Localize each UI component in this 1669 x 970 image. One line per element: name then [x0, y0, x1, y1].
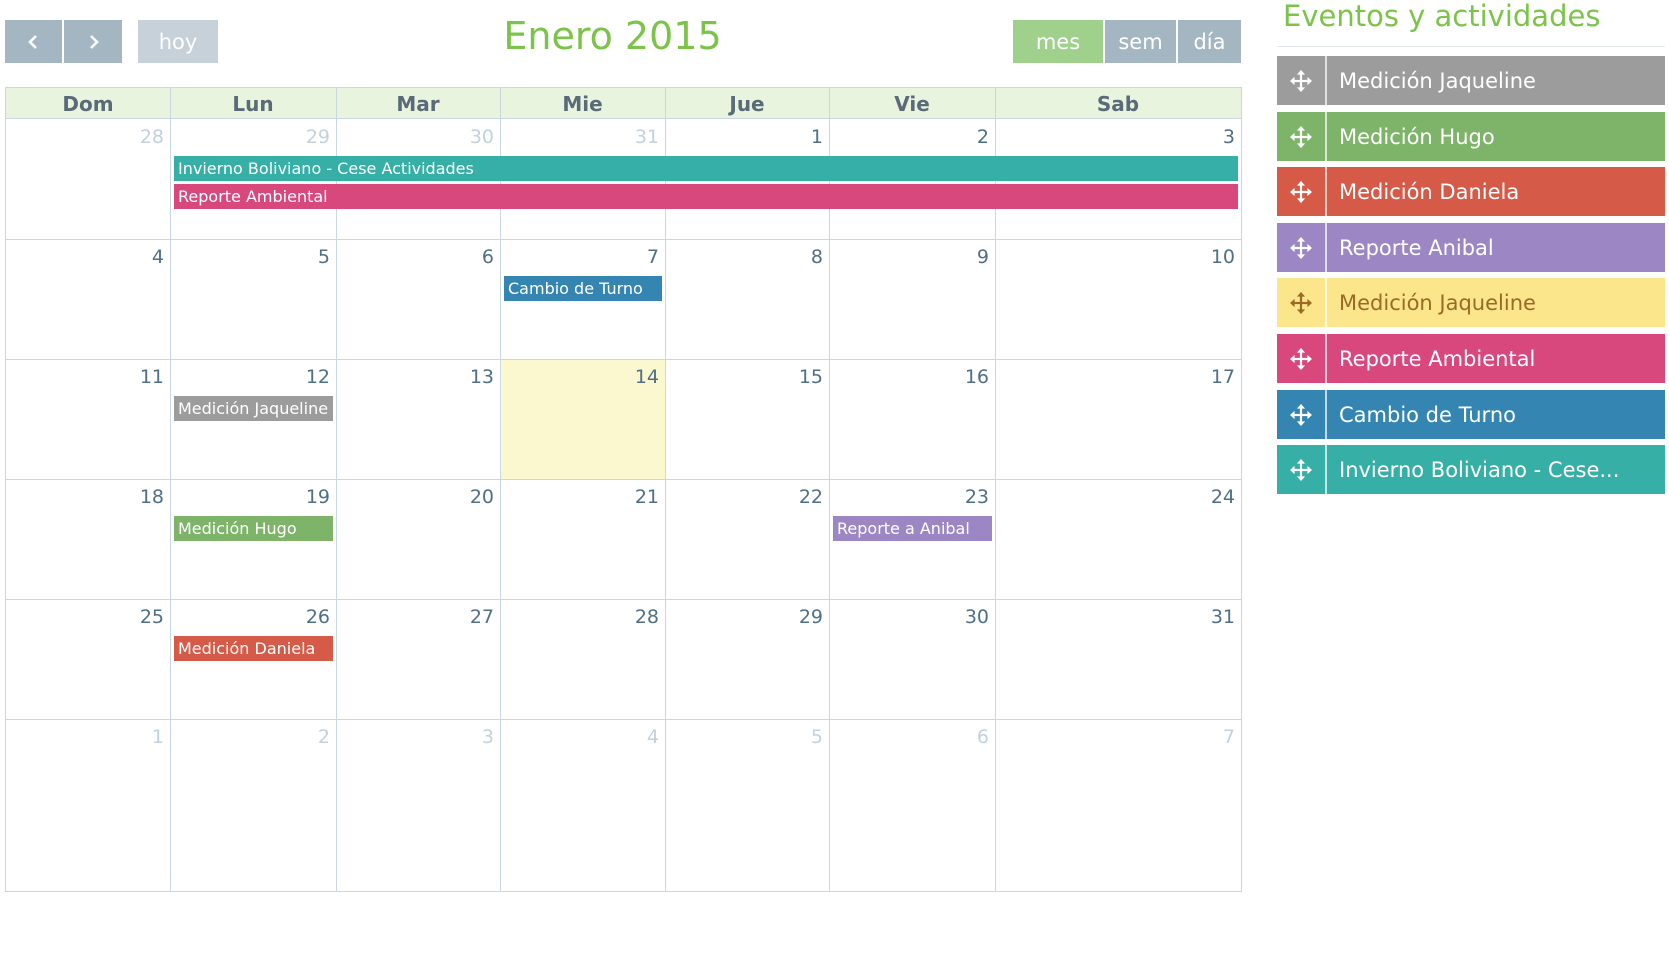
day-number[interactable]: 18 — [124, 486, 164, 508]
draggable-event-label: Medición Hugo — [1339, 124, 1495, 149]
draggable-event-item[interactable]: Cambio de Turno — [1277, 390, 1665, 439]
grid-column-line — [170, 88, 171, 891]
day-number[interactable]: 30 — [949, 606, 989, 628]
prev-month-button[interactable] — [5, 20, 62, 63]
draggable-event-label: Invierno Boliviano - Cese... — [1339, 457, 1620, 482]
day-number[interactable]: 1 — [783, 126, 823, 148]
calendar-event[interactable]: Medición Daniela — [174, 636, 333, 661]
day-number[interactable]: 12 — [290, 366, 330, 388]
day-number[interactable]: 13 — [454, 366, 494, 388]
month-calendar-grid: Dom Lun Mar Mie Jue Vie Sab 28 29 30 31 1 2 3 4 5 6 7 8 9 1… — [5, 87, 1242, 892]
sidebar-divider — [1277, 46, 1665, 47]
move-arrows-icon[interactable] — [1277, 112, 1327, 161]
view-month-button[interactable]: mes — [1013, 20, 1103, 63]
day-number[interactable]: 31 — [1195, 606, 1235, 628]
calendar-event[interactable]: Medición Hugo — [174, 516, 333, 541]
chevron-right-icon — [90, 34, 99, 49]
move-arrows-icon[interactable] — [1277, 445, 1327, 494]
sidebar-title: Eventos y actividades — [1283, 0, 1601, 33]
grid-row-line — [6, 359, 1241, 360]
day-number[interactable]: 28 — [619, 606, 659, 628]
day-number[interactable]: 27 — [454, 606, 494, 628]
weekday-header: Lun — [232, 92, 274, 116]
day-number[interactable]: 16 — [949, 366, 989, 388]
day-number[interactable]: 23 — [949, 486, 989, 508]
day-number[interactable]: 7 — [619, 246, 659, 268]
draggable-event-item[interactable]: Medición Jaqueline — [1277, 278, 1665, 327]
day-number[interactable]: 22 — [783, 486, 823, 508]
grid-row-line — [6, 719, 1241, 720]
view-week-button[interactable]: sem — [1105, 20, 1176, 63]
weekday-header: Sab — [1096, 92, 1140, 116]
draggable-event-item[interactable]: Invierno Boliviano - Cese... — [1277, 445, 1665, 494]
draggable-event-label: Reporte Ambiental — [1339, 346, 1536, 371]
day-number[interactable]: 21 — [619, 486, 659, 508]
day-number[interactable]: 20 — [454, 486, 494, 508]
day-number[interactable]: 26 — [290, 606, 330, 628]
day-number[interactable]: 19 — [290, 486, 330, 508]
day-number[interactable]: 29 — [290, 126, 330, 148]
day-number[interactable]: 9 — [949, 246, 989, 268]
day-number[interactable]: 7 — [1195, 726, 1235, 748]
day-number[interactable]: 8 — [783, 246, 823, 268]
calendar-title: Enero 2015 — [503, 14, 722, 58]
day-number[interactable]: 24 — [1195, 486, 1235, 508]
day-number[interactable]: 29 — [783, 606, 823, 628]
weekday-header-row: Dom Lun Mar Mie Jue Vie Sab — [6, 88, 1241, 119]
day-number[interactable]: 1 — [124, 726, 164, 748]
day-number[interactable]: 25 — [124, 606, 164, 628]
day-number[interactable]: 30 — [454, 126, 494, 148]
weekday-header: Jue — [729, 92, 765, 116]
day-number[interactable]: 28 — [124, 126, 164, 148]
day-number[interactable]: 6 — [949, 726, 989, 748]
day-number[interactable]: 10 — [1195, 246, 1235, 268]
day-number[interactable]: 17 — [1195, 366, 1235, 388]
draggable-event-label: Medición Daniela — [1339, 179, 1520, 204]
draggable-event-label: Reporte Anibal — [1339, 235, 1494, 260]
move-arrows-icon[interactable] — [1277, 278, 1327, 327]
day-number[interactable]: 15 — [783, 366, 823, 388]
next-month-button[interactable] — [64, 20, 122, 63]
day-number[interactable]: 2 — [949, 126, 989, 148]
day-number[interactable]: 6 — [454, 246, 494, 268]
draggable-event-item[interactable]: Medición Jaqueline — [1277, 56, 1665, 105]
weekday-header: Mar — [396, 92, 440, 116]
move-arrows-icon[interactable] — [1277, 56, 1327, 105]
grid-row-line — [6, 599, 1241, 600]
day-number[interactable]: 2 — [290, 726, 330, 748]
draggable-event-item[interactable]: Reporte Ambiental — [1277, 334, 1665, 383]
weekday-header: Dom — [62, 92, 114, 116]
calendar-event[interactable]: Cambio de Turno — [504, 276, 662, 301]
grid-row-line — [6, 479, 1241, 480]
draggable-event-label: Medición Jaqueline — [1339, 290, 1536, 315]
day-number[interactable]: 3 — [454, 726, 494, 748]
weekday-header: Mie — [562, 92, 603, 116]
move-arrows-icon[interactable] — [1277, 167, 1327, 216]
day-number[interactable]: 5 — [783, 726, 823, 748]
today-button[interactable]: hoy — [138, 20, 218, 63]
draggable-event-label: Cambio de Turno — [1339, 402, 1516, 427]
calendar-event[interactable]: Reporte a Anibal — [833, 516, 992, 541]
draggable-event-item[interactable]: Reporte Anibal — [1277, 223, 1665, 272]
day-number[interactable]: 4 — [619, 726, 659, 748]
chevron-left-icon — [27, 34, 37, 49]
move-arrows-icon[interactable] — [1277, 223, 1327, 272]
draggable-event-label: Medición Jaqueline — [1339, 68, 1536, 93]
view-day-button[interactable]: día — [1178, 20, 1241, 63]
draggable-event-item[interactable]: Medición Daniela — [1277, 167, 1665, 216]
day-number[interactable]: 14 — [619, 366, 659, 388]
day-number[interactable]: 31 — [619, 126, 659, 148]
move-arrows-icon[interactable] — [1277, 334, 1327, 383]
grid-row-line — [6, 239, 1241, 240]
weekday-header: Vie — [894, 92, 930, 116]
day-number[interactable]: 3 — [1195, 126, 1235, 148]
calendar-event[interactable]: Reporte Ambiental — [174, 184, 1238, 209]
day-number[interactable]: 4 — [124, 246, 164, 268]
calendar-event[interactable]: Medición Jaqueline — [174, 396, 333, 421]
draggable-event-item[interactable]: Medición Hugo — [1277, 112, 1665, 161]
day-number[interactable]: 5 — [290, 246, 330, 268]
day-number[interactable]: 11 — [124, 366, 164, 388]
calendar-event[interactable]: Invierno Boliviano - Cese Actividades — [174, 156, 1238, 181]
move-arrows-icon[interactable] — [1277, 390, 1327, 439]
